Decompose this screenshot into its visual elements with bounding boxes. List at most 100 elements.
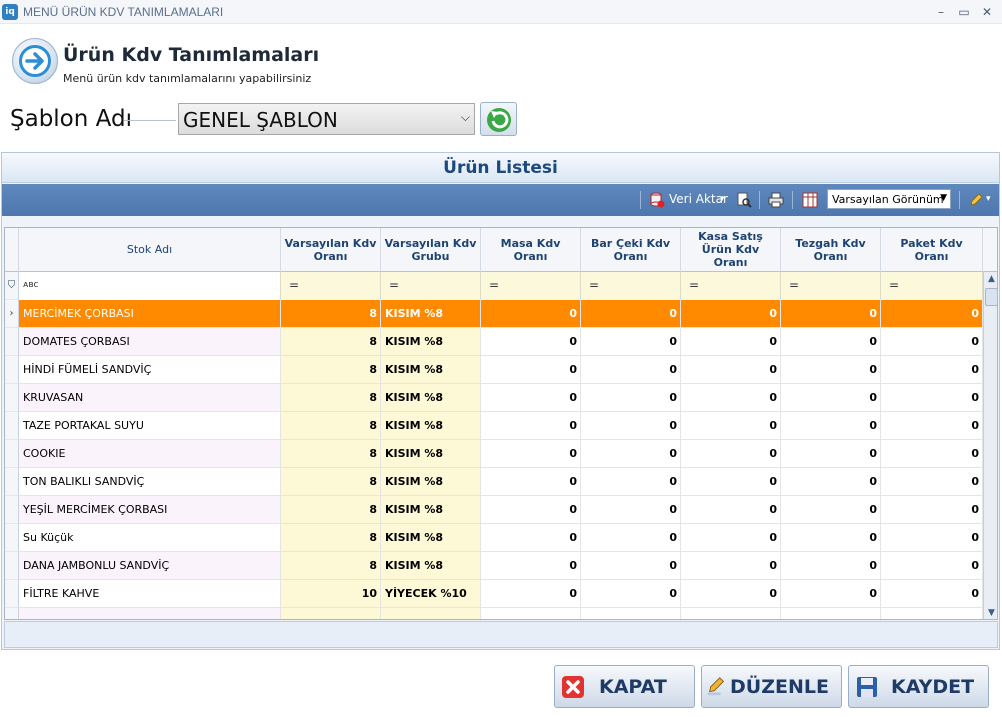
cell-bar-kdv-rate[interactable]: 0 bbox=[581, 440, 681, 468]
filter-table-kdv-rate[interactable]: = bbox=[481, 272, 581, 300]
cell-stock-name[interactable]: Su Küçük bbox=[19, 524, 281, 552]
cell-stock-name[interactable]: DANA JAMBONLU SANDVİÇ bbox=[19, 552, 281, 580]
cell-bar-kdv-rate[interactable]: 0 bbox=[581, 468, 681, 496]
cell-bar-kdv-rate[interactable] bbox=[581, 608, 681, 619]
table-row[interactable] bbox=[5, 608, 983, 619]
cell-bar-kdv-rate[interactable]: 0 bbox=[581, 300, 681, 328]
cell-default-kdv-group[interactable]: KISIM %8 bbox=[381, 552, 481, 580]
cell-counter-kdv-rate[interactable]: 0 bbox=[781, 412, 881, 440]
cell-table-kdv-rate[interactable]: 0 bbox=[481, 300, 581, 328]
scroll-up-icon[interactable]: ▲ bbox=[985, 272, 997, 286]
row-indicator[interactable] bbox=[5, 580, 19, 608]
table-row[interactable]: DOMATES ÇORBASI 8 KISIM %8 0 0 0 0 0 bbox=[5, 328, 983, 356]
table-row[interactable]: Su Küçük 8 KISIM %8 0 0 0 0 0 bbox=[5, 524, 983, 552]
row-indicator[interactable] bbox=[5, 608, 19, 619]
cell-default-kdv-group[interactable]: KISIM %8 bbox=[381, 440, 481, 468]
cell-counter-kdv-rate[interactable]: 0 bbox=[781, 524, 881, 552]
table-row[interactable]: YEŞİL MERCİMEK ÇORBASI 8 KISIM %8 0 0 0 0 0 bbox=[5, 496, 983, 524]
cell-table-kdv-rate[interactable]: 0 bbox=[481, 440, 581, 468]
cell-cashier-kdv-rate[interactable]: 0 bbox=[681, 496, 781, 524]
cell-default-kdv-rate[interactable]: 8 bbox=[281, 496, 381, 524]
cell-stock-name[interactable]: TAZE PORTAKAL SUYU bbox=[19, 412, 281, 440]
cell-package-kdv-rate[interactable]: 0 bbox=[881, 496, 983, 524]
cell-default-kdv-rate[interactable]: 8 bbox=[281, 552, 381, 580]
row-indicator[interactable] bbox=[5, 440, 19, 468]
column-chooser-icon[interactable] bbox=[802, 192, 818, 208]
cell-package-kdv-rate[interactable]: 0 bbox=[881, 328, 983, 356]
column-header-cashier-kdv-rate[interactable]: Kasa Satış Ürün Kdv Oranı bbox=[681, 228, 781, 272]
print-preview-icon[interactable] bbox=[736, 192, 752, 208]
cell-bar-kdv-rate[interactable]: 0 bbox=[581, 496, 681, 524]
column-header-stock-name[interactable]: Stok Adı bbox=[19, 228, 281, 272]
row-indicator[interactable] bbox=[5, 496, 19, 524]
print-icon[interactable] bbox=[768, 192, 784, 208]
cell-counter-kdv-rate[interactable]: 0 bbox=[781, 440, 881, 468]
cell-cashier-kdv-rate[interactable]: 0 bbox=[681, 524, 781, 552]
cell-package-kdv-rate[interactable]: 0 bbox=[881, 384, 983, 412]
cell-table-kdv-rate[interactable]: 0 bbox=[481, 524, 581, 552]
cell-default-kdv-group[interactable]: KISIM %8 bbox=[381, 300, 481, 328]
caret-down-icon[interactable]: ▾ bbox=[986, 194, 991, 204]
cell-cashier-kdv-rate[interactable] bbox=[681, 608, 781, 619]
column-header-table-kdv-rate[interactable]: Masa Kdv Oranı bbox=[481, 228, 581, 272]
cell-table-kdv-rate[interactable]: 0 bbox=[481, 412, 581, 440]
pencil-icon[interactable] bbox=[968, 192, 984, 208]
cell-default-kdv-group[interactable]: KISIM %8 bbox=[381, 468, 481, 496]
column-header-counter-kdv-rate[interactable]: Tezgah Kdv Oranı bbox=[781, 228, 881, 272]
cell-package-kdv-rate[interactable]: 0 bbox=[881, 552, 983, 580]
cell-counter-kdv-rate[interactable]: 0 bbox=[781, 468, 881, 496]
filter-counter-kdv-rate[interactable]: = bbox=[781, 272, 881, 300]
cell-package-kdv-rate[interactable]: 0 bbox=[881, 300, 983, 328]
cell-counter-kdv-rate[interactable]: 0 bbox=[781, 496, 881, 524]
row-indicator[interactable] bbox=[5, 524, 19, 552]
cell-package-kdv-rate[interactable]: 0 bbox=[881, 412, 983, 440]
cell-default-kdv-group[interactable]: KISIM %8 bbox=[381, 412, 481, 440]
cell-cashier-kdv-rate[interactable]: 0 bbox=[681, 552, 781, 580]
caret-down-icon[interactable]: ▾ bbox=[720, 194, 725, 204]
cell-counter-kdv-rate[interactable]: 0 bbox=[781, 356, 881, 384]
cell-table-kdv-rate[interactable] bbox=[481, 608, 581, 619]
cell-default-kdv-group[interactable] bbox=[381, 608, 481, 619]
cell-stock-name[interactable]: FİLTRE KAHVE bbox=[19, 580, 281, 608]
database-export-icon[interactable] bbox=[649, 192, 665, 208]
cell-stock-name[interactable]: YEŞİL MERCİMEK ÇORBASI bbox=[19, 496, 281, 524]
row-indicator[interactable] bbox=[5, 552, 19, 580]
cell-counter-kdv-rate[interactable]: 0 bbox=[781, 328, 881, 356]
row-indicator[interactable] bbox=[5, 328, 19, 356]
column-header-bar-kdv-rate[interactable]: Bar Çeki Kdv Oranı bbox=[581, 228, 681, 272]
cell-bar-kdv-rate[interactable]: 0 bbox=[581, 356, 681, 384]
cell-cashier-kdv-rate[interactable]: 0 bbox=[681, 412, 781, 440]
table-row[interactable]: KRUVASAN 8 KISIM %8 0 0 0 0 0 bbox=[5, 384, 983, 412]
cell-cashier-kdv-rate[interactable]: 0 bbox=[681, 328, 781, 356]
cell-default-kdv-rate[interactable]: 8 bbox=[281, 440, 381, 468]
cell-stock-name[interactable]: DOMATES ÇORBASI bbox=[19, 328, 281, 356]
cell-counter-kdv-rate[interactable]: 0 bbox=[781, 300, 881, 328]
cell-table-kdv-rate[interactable]: 0 bbox=[481, 356, 581, 384]
cell-default-kdv-group[interactable]: KISIM %8 bbox=[381, 496, 481, 524]
scroll-thumb[interactable] bbox=[985, 288, 997, 306]
cell-cashier-kdv-rate[interactable]: 0 bbox=[681, 300, 781, 328]
close-window-button[interactable]: ✕ bbox=[976, 2, 998, 22]
column-header-default-kdv-rate[interactable]: Varsayılan Kdv Oranı bbox=[281, 228, 381, 272]
table-row[interactable]: DANA JAMBONLU SANDVİÇ 8 KISIM %8 0 0 0 0 0 bbox=[5, 552, 983, 580]
vertical-scrollbar[interactable]: ▲ ▼ bbox=[983, 272, 997, 619]
cell-counter-kdv-rate[interactable]: 0 bbox=[781, 384, 881, 412]
table-row[interactable]: HİNDİ FÜMELİ SANDVİÇ 8 KISIM %8 0 0 0 0 0 bbox=[5, 356, 983, 384]
cell-bar-kdv-rate[interactable]: 0 bbox=[581, 580, 681, 608]
view-select[interactable]: Varsayılan Görünüm ▼ bbox=[827, 189, 951, 209]
cell-stock-name[interactable]: KRUVASAN bbox=[19, 384, 281, 412]
cell-counter-kdv-rate[interactable]: 0 bbox=[781, 580, 881, 608]
cell-default-kdv-group[interactable]: YİYECEK %10 bbox=[381, 580, 481, 608]
cell-default-kdv-rate[interactable]: 8 bbox=[281, 468, 381, 496]
filter-cashier-kdv-rate[interactable]: = bbox=[681, 272, 781, 300]
cell-cashier-kdv-rate[interactable]: 0 bbox=[681, 356, 781, 384]
cell-default-kdv-group[interactable]: KISIM %8 bbox=[381, 328, 481, 356]
cell-package-kdv-rate[interactable]: 0 bbox=[881, 580, 983, 608]
cell-default-kdv-rate[interactable]: 8 bbox=[281, 328, 381, 356]
filter-default-kdv-group[interactable]: = bbox=[381, 272, 481, 300]
cell-bar-kdv-rate[interactable]: 0 bbox=[581, 328, 681, 356]
cell-default-kdv-group[interactable]: KISIM %8 bbox=[381, 384, 481, 412]
cell-cashier-kdv-rate[interactable]: 0 bbox=[681, 384, 781, 412]
cell-default-kdv-rate[interactable]: 8 bbox=[281, 300, 381, 328]
cell-default-kdv-rate[interactable]: 8 bbox=[281, 384, 381, 412]
